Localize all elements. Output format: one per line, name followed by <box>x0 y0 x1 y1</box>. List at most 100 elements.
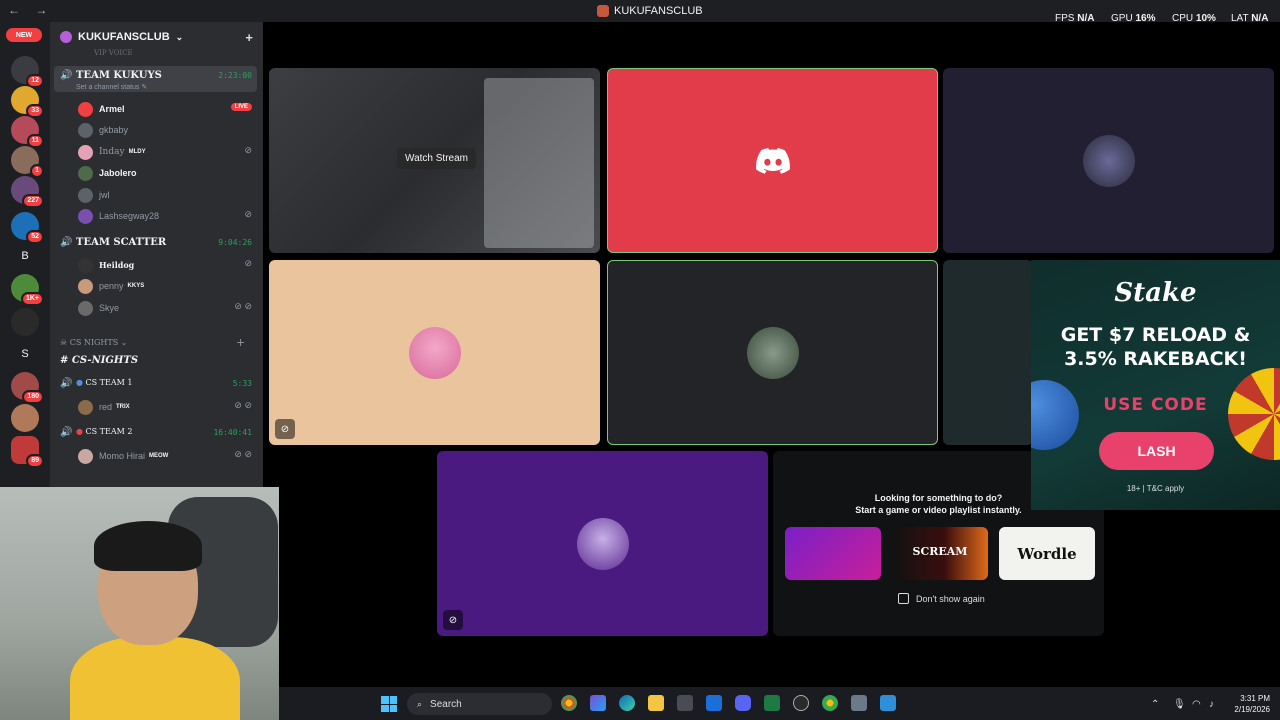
dont-show-checkbox[interactable] <box>898 593 909 604</box>
game-card-scream[interactable]: SCREAM <box>892 527 988 580</box>
voice-member[interactable]: Inday MLDY ⊘ <box>78 142 256 162</box>
server-icon-b[interactable]: B <box>11 242 39 270</box>
muted-mic-icon: ⊘ ⊘ <box>234 449 252 459</box>
discord-taskbar-icon[interactable] <box>735 695 751 711</box>
ad-use-code: USE CODE <box>1103 395 1208 415</box>
copilot-icon[interactable] <box>590 695 606 711</box>
voice-member[interactable]: Lashsegway28 ⊘ <box>78 206 256 226</box>
voice-member[interactable]: jwl <box>78 185 256 205</box>
server-icon-s[interactable]: S <box>11 340 39 368</box>
live-badge: LIVE <box>230 103 252 111</box>
streamer-shirt <box>70 637 240 720</box>
edge-icon[interactable] <box>619 695 635 711</box>
wifi-icon[interactable]: ◠ <box>1192 699 1201 710</box>
settings-icon[interactable] <box>851 695 867 711</box>
server-icon[interactable]: 1K+ <box>11 274 44 306</box>
channel-timer: 16:40:41 <box>213 428 252 437</box>
server-icon[interactable]: 33 <box>11 86 44 118</box>
voice-member[interactable]: Skye ⊘ ⊘ <box>78 298 256 318</box>
file-explorer-icon[interactable] <box>648 695 664 711</box>
store-icon[interactable] <box>677 695 693 711</box>
webcam-overlay <box>0 487 279 720</box>
guild-icon <box>597 5 609 17</box>
excel-icon[interactable] <box>764 695 780 711</box>
participant-tile[interactable] <box>943 68 1274 253</box>
channel-status[interactable]: Set a channel status ✎ <box>76 83 147 91</box>
stream-preview-van <box>484 78 594 248</box>
participant-tile[interactable] <box>943 260 1033 445</box>
voice-member[interactable]: gkbaby <box>78 120 256 140</box>
avatar <box>78 187 93 203</box>
server-icon[interactable]: 227 <box>11 176 44 208</box>
dont-show-again[interactable]: Don't show again <box>898 593 985 604</box>
stake-ad-overlay[interactable]: Stake GET $7 RELOAD & 3.5% RAKEBACK! USE… <box>1031 260 1280 510</box>
muted-mic-icon: ⊘ <box>244 258 252 268</box>
ad-code-button[interactable]: LASH <box>1099 432 1214 470</box>
participant-tile[interactable] <box>607 260 938 445</box>
search-icon: ⌕ <box>417 698 423 709</box>
guild-name: KUKUFANSCLUB <box>78 31 170 43</box>
participant-tile[interactable]: ⊘ <box>437 451 768 636</box>
server-icon[interactable]: 180 <box>11 372 44 404</box>
clan-tag: KKYS <box>127 283 145 289</box>
server-icon[interactable]: 12 <box>11 56 44 88</box>
server-icon[interactable]: 1 <box>11 146 44 178</box>
game-card-wordle[interactable]: Wordle <box>999 527 1095 580</box>
windows-start-icon[interactable] <box>381 696 397 712</box>
speaker-icon: 🔊 <box>60 70 73 81</box>
voice-member[interactable]: penny KKYS <box>78 276 256 296</box>
add-channel-icon[interactable]: + <box>236 336 245 349</box>
stream-tile[interactable]: Watch Stream <box>269 68 600 253</box>
windows-taskbar: ⌕ Search ⌃ 🎙 ◠ ♪ 3:31 PM 2/19/2026 <box>279 687 1280 720</box>
volume-icon[interactable]: ♪ <box>1209 699 1214 710</box>
new-badge[interactable]: NEW <box>6 28 42 42</box>
speaker-icon: 🔊 <box>60 378 73 389</box>
forward-arrow-icon[interactable]: → <box>35 3 53 17</box>
speaker-icon: 🔊 <box>60 427 73 438</box>
server-icon[interactable] <box>11 308 39 336</box>
channel-timer: 5:33 <box>232 379 252 388</box>
guild-header[interactable]: KUKUFANSCLUB ⌄ + <box>50 22 263 52</box>
voice-member[interactable]: Armel LIVE <box>78 99 256 119</box>
channel-name: ● CS TEAM 2 <box>76 427 133 436</box>
server-icon[interactable] <box>11 404 39 432</box>
avatar <box>78 448 93 464</box>
app-icon[interactable] <box>793 695 809 711</box>
participant-tile[interactable]: ⊘ <box>269 260 600 445</box>
avatar <box>78 165 93 181</box>
watch-stream-button[interactable]: Watch Stream <box>397 148 476 169</box>
taskbar-clock[interactable]: 3:31 PM 2/19/2026 <box>1228 693 1270 715</box>
channel-timer: 2:23:00 <box>218 71 252 80</box>
muted-mic-icon: ⊘ <box>244 145 252 155</box>
text-channel-cs-nights[interactable]: # CS-NIGHTS <box>60 355 138 366</box>
server-icon[interactable]: 11 <box>11 116 44 148</box>
avatar <box>78 257 93 273</box>
voice-member[interactable]: Heildog ⊘ <box>78 255 256 275</box>
game-card-blocks[interactable] <box>785 527 881 580</box>
server-icon[interactable]: 89 <box>11 436 44 468</box>
mail-icon[interactable] <box>706 695 722 711</box>
chrome-icon[interactable] <box>561 695 577 711</box>
avatar <box>408 326 461 379</box>
back-arrow-icon[interactable]: ← <box>8 3 26 17</box>
ad-headline: 3.5% RAKEBACK! <box>1064 348 1247 370</box>
history-nav[interactable]: ← → <box>8 3 53 17</box>
participant-tile[interactable] <box>607 68 938 253</box>
guild-icon <box>60 31 72 43</box>
server-icon[interactable]: 52 <box>11 212 44 244</box>
chrome-profile-icon[interactable] <box>822 695 838 711</box>
microphone-icon[interactable]: 🎙 <box>1173 699 1186 710</box>
voice-member[interactable]: red TRIX ⊘ ⊘ <box>78 397 256 417</box>
category-cs-nights[interactable]: ☠ CS NIGHTS ⌄ + <box>60 336 245 349</box>
voice-channel-team-kukuys[interactable]: 🔊 TEAM KUKUYS 2:23:00 Set a channel stat… <box>54 66 257 92</box>
chevron-up-icon[interactable]: ⌃ <box>1151 699 1159 710</box>
avatar <box>78 300 93 316</box>
add-member-icon[interactable]: + <box>245 30 253 45</box>
muted-mic-icon: ⊘ <box>275 419 295 439</box>
avatar <box>746 326 799 379</box>
taskbar-search[interactable]: ⌕ Search <box>407 693 552 715</box>
voice-member[interactable]: Jabolero <box>78 163 256 183</box>
channel-name: TEAM SCATTER <box>76 237 167 248</box>
notepad-icon[interactable] <box>880 695 896 711</box>
voice-member[interactable]: Momo Hirai MEOW ⊘ ⊘ <box>78 446 256 466</box>
